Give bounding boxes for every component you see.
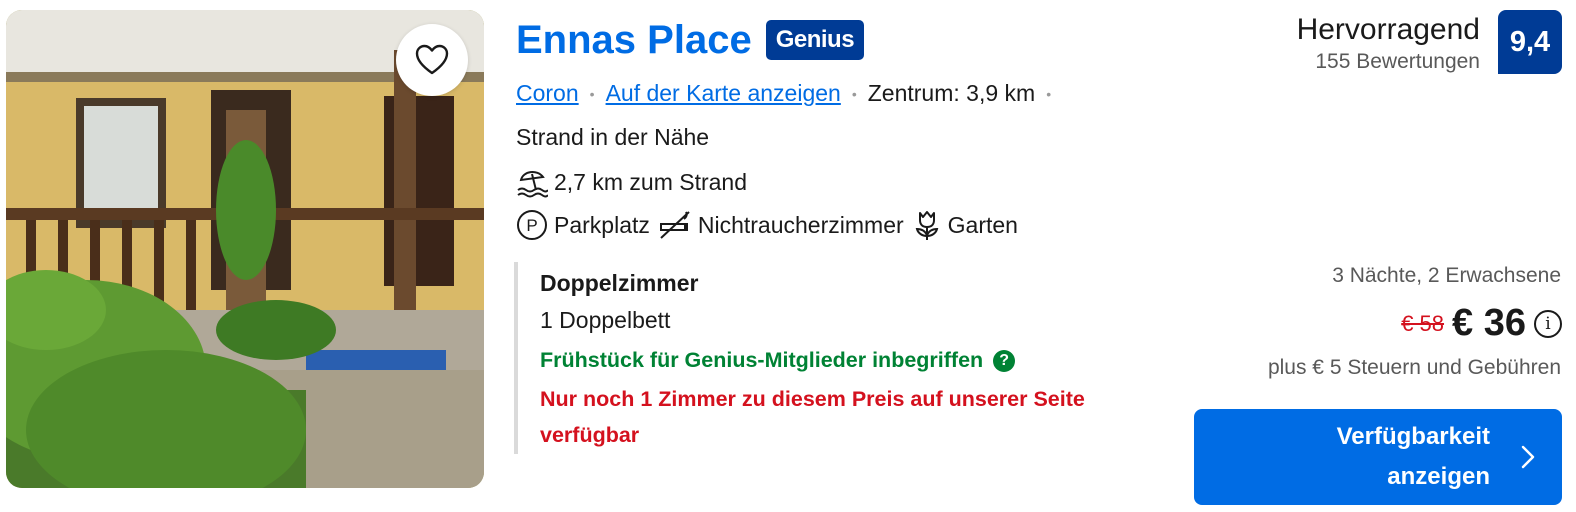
facility-parking: P Parkplatz (516, 209, 650, 241)
title-row: Ennas Place Genius (516, 16, 865, 64)
beach-distance-row: 2,7 km zum Strand (516, 166, 747, 198)
heart-icon (415, 44, 449, 75)
location-link[interactable]: Coron (516, 80, 579, 107)
stay-details: 3 Nächte, 2 Erwachsene (1332, 264, 1561, 287)
separator-dot: • (851, 85, 857, 102)
facility-garden: Garten (912, 209, 1018, 241)
original-price: € 58 (1401, 310, 1445, 336)
favorite-button[interactable] (396, 24, 468, 96)
rating-word: Hervorragend (1296, 13, 1480, 46)
breakfast-info: Frühstück für Genius-Mitglieder inbegrif… (540, 348, 1154, 373)
no-smoking-icon (658, 209, 692, 241)
hotel-name[interactable]: Ennas Place (516, 16, 752, 64)
breakfast-text: Frühstück für Genius-Mitglieder inbegrif… (540, 348, 984, 372)
facility-nonsmoking: Nichtraucherzimmer (658, 209, 904, 241)
bed-type: 1 Doppelbett (540, 307, 671, 333)
button-label: Verfügbarkeit anzeigen (1336, 423, 1490, 490)
separator-dot: • (1046, 85, 1052, 102)
review-summary[interactable]: Hervorragend 155 Bewertungen (1297, 12, 1480, 76)
flower-icon (912, 209, 942, 241)
facilities-row: P Parkplatz Nichtraucherzimmer Garten (516, 209, 1026, 241)
show-availability-button[interactable]: Verfügbarkeit anzeigen (1194, 409, 1562, 505)
facility-label: Garten (947, 211, 1018, 238)
question-icon[interactable]: ? (993, 349, 1016, 372)
beach-distance-text: 2,7 km zum Strand (554, 168, 748, 195)
price-row: € 58 € 36 i (1401, 302, 1562, 345)
show-on-map-link[interactable]: Auf der Karte anzeigen (606, 80, 841, 107)
separator-dot: • (589, 85, 595, 102)
scarcity-message: Nur noch 1 Zimmer zu diesem Preis auf un… (540, 387, 1085, 447)
taxes-and-fees: plus € 5 Steuern und Gebühren (1267, 356, 1561, 379)
beach-nearby-text: Strand in der Nähe (516, 124, 710, 150)
facility-label: Parkplatz (554, 211, 650, 238)
svg-text:P: P (526, 216, 537, 235)
distance-text: Zentrum: 3,9 km (867, 80, 1036, 106)
room-type: Doppelzimmer (540, 270, 699, 296)
facility-label: Nichtraucherzimmer (697, 211, 904, 238)
review-count: 155 Bewertungen (1315, 50, 1480, 73)
review-score-badge[interactable]: 9,4 (1498, 10, 1562, 74)
genius-badge: Genius (765, 20, 865, 60)
chevron-right-icon (1521, 445, 1535, 469)
location-row: Coron • Auf der Karte anzeigen • Zentrum… (516, 80, 1062, 107)
beach-umbrella-icon (516, 166, 548, 198)
current-price: € 36 (1452, 302, 1526, 344)
parking-icon: P (516, 209, 548, 241)
info-icon[interactable]: i (1534, 309, 1562, 338)
room-info: Doppelzimmer 1 Doppelbett Frühstück für … (514, 262, 1154, 454)
